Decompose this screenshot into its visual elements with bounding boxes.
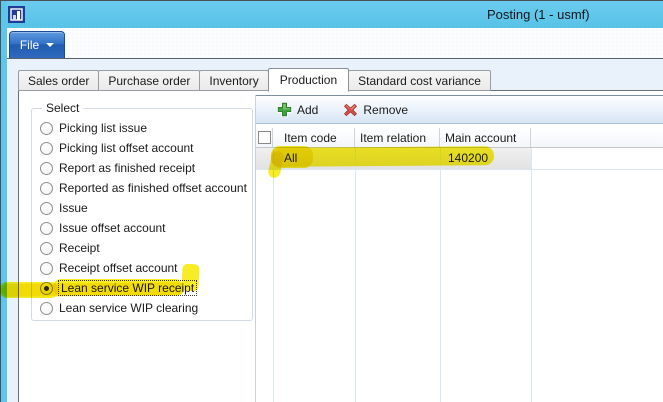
radio-circle-icon [40, 302, 53, 315]
account-setup-grid: Add Remove Item code Item relation Main … [255, 95, 663, 402]
tab-strip: Sales order Purchase order Inventory Pro… [18, 68, 490, 91]
remove-button-label: Remove [363, 103, 408, 117]
select-group-box: Select Picking list issue Picking list o… [31, 108, 253, 321]
radio-receipt-offset-account[interactable]: Receipt offset account [38, 258, 248, 278]
file-menu-button[interactable]: File [9, 31, 65, 58]
grid-column-line [440, 148, 441, 402]
select-group-label: Select [42, 101, 83, 115]
column-header-item-code[interactable]: Item code [273, 128, 355, 147]
select-all-checkbox[interactable] [258, 131, 271, 144]
radio-picking-list-offset-account[interactable]: Picking list offset account [38, 138, 248, 158]
radio-circle-icon [40, 202, 53, 215]
radio-picking-list-issue[interactable]: Picking list issue [38, 118, 248, 138]
window-top-border [0, 0, 663, 1]
grid-header-row: Item code Item relation Main account [256, 128, 663, 148]
tab-label: Sales order [28, 74, 89, 88]
radio-circle-icon [40, 222, 53, 235]
radio-circle-icon [40, 122, 53, 135]
radio-circle-icon [40, 162, 53, 175]
window-title: Posting (1 - usmf) [487, 7, 590, 22]
radio-label: Receipt [59, 241, 100, 255]
radio-circle-icon [40, 182, 53, 195]
tab-purchase-order[interactable]: Purchase order [98, 70, 200, 91]
radio-receipt[interactable]: Receipt [38, 238, 248, 258]
table-row[interactable]: All 140200 [256, 148, 663, 170]
tab-label: Standard cost variance [358, 74, 481, 88]
column-header-main-account[interactable]: Main account [440, 128, 531, 147]
tab-sales-order[interactable]: Sales order [18, 70, 99, 91]
tab-label: Purchase order [108, 74, 190, 88]
tab-label: Production [280, 73, 337, 87]
radio-report-as-finished-receipt[interactable]: Report as finished receipt [38, 158, 248, 178]
dynamics-ax-app-icon [8, 6, 25, 23]
posting-type-radio-group: Picking list issue Picking list offset a… [38, 118, 248, 318]
radio-label: Issue offset account [59, 221, 166, 235]
tab-production[interactable]: Production [268, 68, 349, 92]
radio-lean-service-wip-clearing[interactable]: Lean service WIP clearing [38, 298, 248, 318]
tab-inventory[interactable]: Inventory [199, 70, 268, 91]
tab-label: Inventory [209, 74, 258, 88]
radio-issue[interactable]: Issue [38, 198, 248, 218]
radio-label: Issue [59, 201, 88, 215]
grid-body: All 140200 [256, 148, 663, 402]
add-button[interactable]: Add [277, 102, 318, 117]
column-header-item-relation[interactable]: Item relation [355, 128, 440, 147]
radio-lean-service-wip-receipt[interactable]: Lean service WIP receipt [38, 278, 248, 298]
radio-circle-icon [40, 242, 53, 255]
radio-label: Picking list offset account [59, 141, 194, 155]
radio-circle-icon [40, 282, 53, 295]
radio-label: Receipt offset account [59, 261, 178, 275]
window-left-border [0, 0, 1, 402]
radio-reported-as-finished-offset-account[interactable]: Reported as finished offset account [38, 178, 248, 198]
radio-label: Lean service WIP receipt [59, 281, 196, 295]
menu-strip: File [7, 28, 663, 58]
remove-button[interactable]: Remove [343, 103, 408, 117]
select-all-cell [256, 128, 273, 147]
grid-column-line [273, 148, 274, 402]
tab-standard-cost-variance[interactable]: Standard cost variance [348, 70, 491, 91]
menu-strip-divider [1, 58, 663, 59]
remove-x-icon [343, 103, 358, 117]
radio-issue-offset-account[interactable]: Issue offset account [38, 218, 248, 238]
grid-column-line [355, 148, 356, 402]
file-menu-label: File [20, 38, 39, 52]
add-button-label: Add [297, 103, 318, 117]
column-header-filler [531, 128, 663, 147]
chevron-down-icon [46, 43, 54, 47]
cell-item-code[interactable]: All [273, 148, 297, 169]
radio-circle-icon [40, 262, 53, 275]
window-left-frame [1, 1, 7, 402]
cell-main-account[interactable]: 140200 [440, 148, 488, 169]
titlebar: Posting (1 - usmf) [1, 1, 663, 28]
cell-item-relation[interactable] [355, 148, 360, 169]
radio-label: Reported as finished offset account [59, 181, 247, 195]
radio-label: Lean service WIP clearing [59, 301, 198, 315]
grid-toolbar: Add Remove [256, 95, 663, 124]
grid-column-line [531, 148, 532, 402]
radio-circle-icon [40, 142, 53, 155]
radio-label: Picking list issue [59, 121, 147, 135]
radio-label: Report as finished receipt [59, 161, 195, 175]
add-plus-icon [277, 102, 292, 117]
posting-window: Posting (1 - usmf) File Sales order Purc… [0, 0, 663, 402]
